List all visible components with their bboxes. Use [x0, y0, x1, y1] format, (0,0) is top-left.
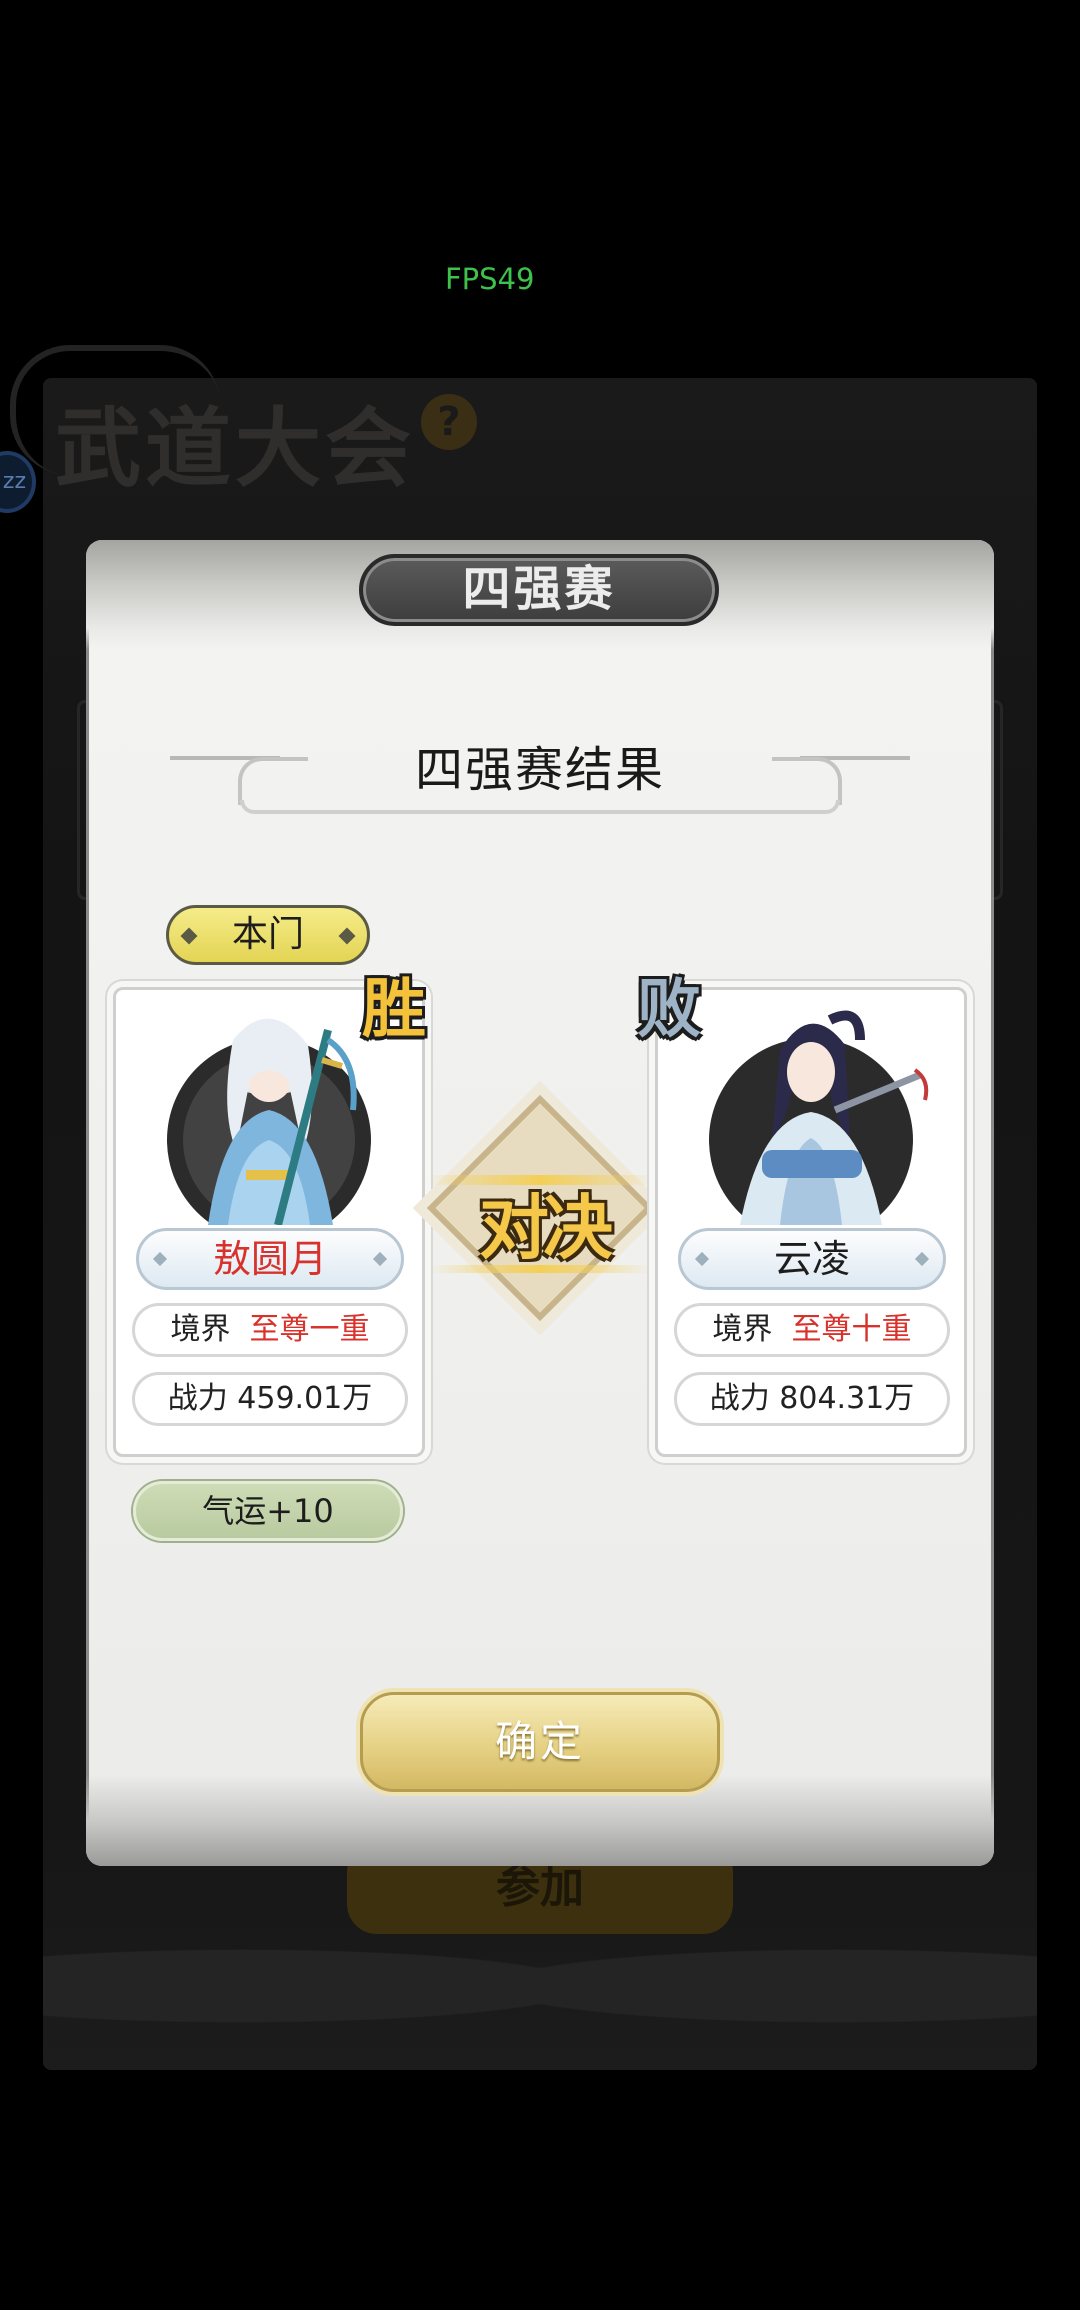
realm-value: 至尊十重 — [791, 1312, 912, 1347]
fighter-card-right: 云凌 境界 至尊十重 战力 804.31万 — [655, 987, 967, 1457]
power-value: 459.01万 — [237, 1381, 373, 1416]
win-mark: 胜 — [362, 972, 426, 1047]
reward-badge: 气运+10 — [133, 1481, 403, 1541]
fps-counter: FPS49 — [445, 262, 535, 296]
own-sect-tag: 本门 — [166, 905, 370, 965]
fighter-name-text: 云凌 — [773, 1237, 850, 1281]
realm-label: 境界 — [712, 1312, 773, 1347]
title-underline-decoration — [240, 800, 840, 814]
diamond-icon — [152, 1251, 168, 1267]
fighter-power-right: 战力 804.31万 — [674, 1372, 950, 1426]
versus-text: 对决 — [479, 1186, 613, 1269]
result-title: 四强赛结果 — [414, 742, 665, 798]
diamond-icon — [372, 1251, 388, 1267]
diamond-icon — [694, 1251, 710, 1267]
realm-label: 境界 — [170, 1312, 231, 1347]
help-icon[interactable]: ? — [421, 394, 477, 450]
realm-value: 至尊一重 — [249, 1312, 370, 1347]
own-sect-tag-label: 本门 — [231, 914, 304, 955]
fighter-realm-right: 境界 至尊十重 — [674, 1303, 950, 1357]
fighter-name-left: 敖圆月 — [136, 1228, 404, 1290]
diamond-icon — [338, 927, 356, 945]
background-cloud-decoration-bottom — [43, 1930, 1037, 2070]
lose-mark: 败 — [637, 972, 701, 1047]
fighter-portrait-right — [670, 1000, 952, 1225]
background-title: 武道大会 — [55, 398, 415, 499]
fighter-power-left: 战力 459.01万 — [132, 1372, 408, 1426]
power-label: 战力 — [709, 1381, 770, 1416]
diamond-icon — [914, 1251, 930, 1267]
power-value: 804.31万 — [779, 1381, 915, 1416]
fighter-name-text: 敖圆月 — [212, 1237, 327, 1281]
diamond-icon — [180, 927, 198, 945]
fighter-card-left: 敖圆月 境界 至尊一重 战力 459.01万 — [113, 987, 425, 1457]
confirm-button[interactable]: 确定 — [360, 1692, 720, 1792]
power-label: 战力 — [167, 1381, 228, 1416]
modal-header: 四强赛 — [359, 554, 719, 626]
fighter-name-right: 云凌 — [678, 1228, 946, 1290]
fighter-realm-left: 境界 至尊一重 — [132, 1303, 408, 1357]
